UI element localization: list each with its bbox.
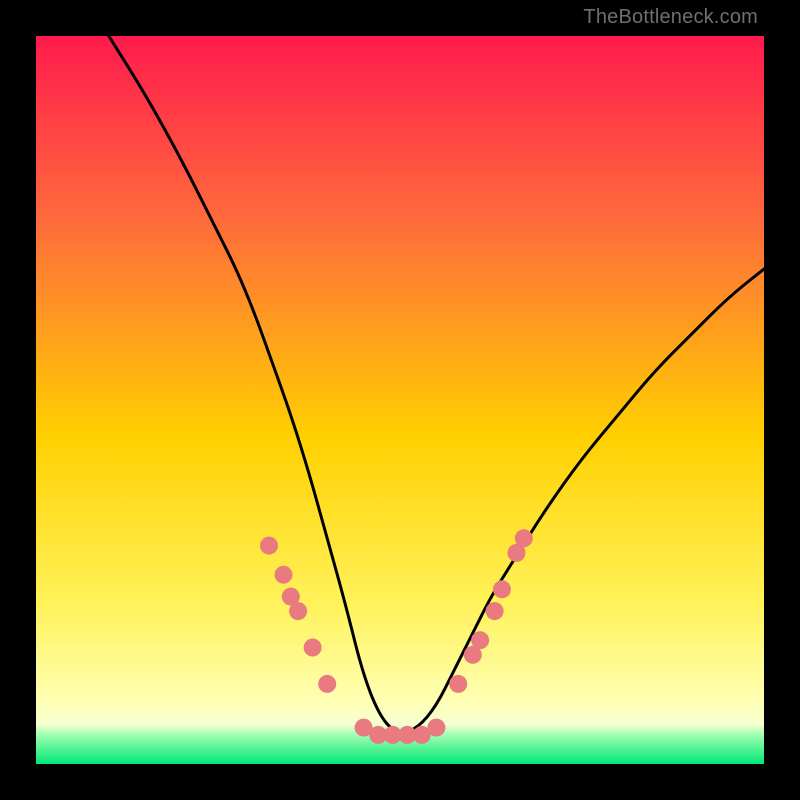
watermark-text: TheBottleneck.com — [583, 6, 758, 29]
data-marker — [289, 602, 307, 620]
data-marker — [318, 675, 336, 693]
chart-background — [36, 36, 764, 764]
data-marker — [493, 580, 511, 598]
chart-plot — [36, 36, 764, 764]
data-marker — [304, 639, 322, 657]
data-marker — [275, 566, 293, 584]
data-marker — [471, 631, 489, 649]
data-marker — [427, 719, 445, 737]
chart-frame — [36, 36, 764, 764]
data-marker — [260, 537, 278, 555]
data-marker — [449, 675, 467, 693]
data-marker — [515, 529, 533, 547]
data-marker — [486, 602, 504, 620]
